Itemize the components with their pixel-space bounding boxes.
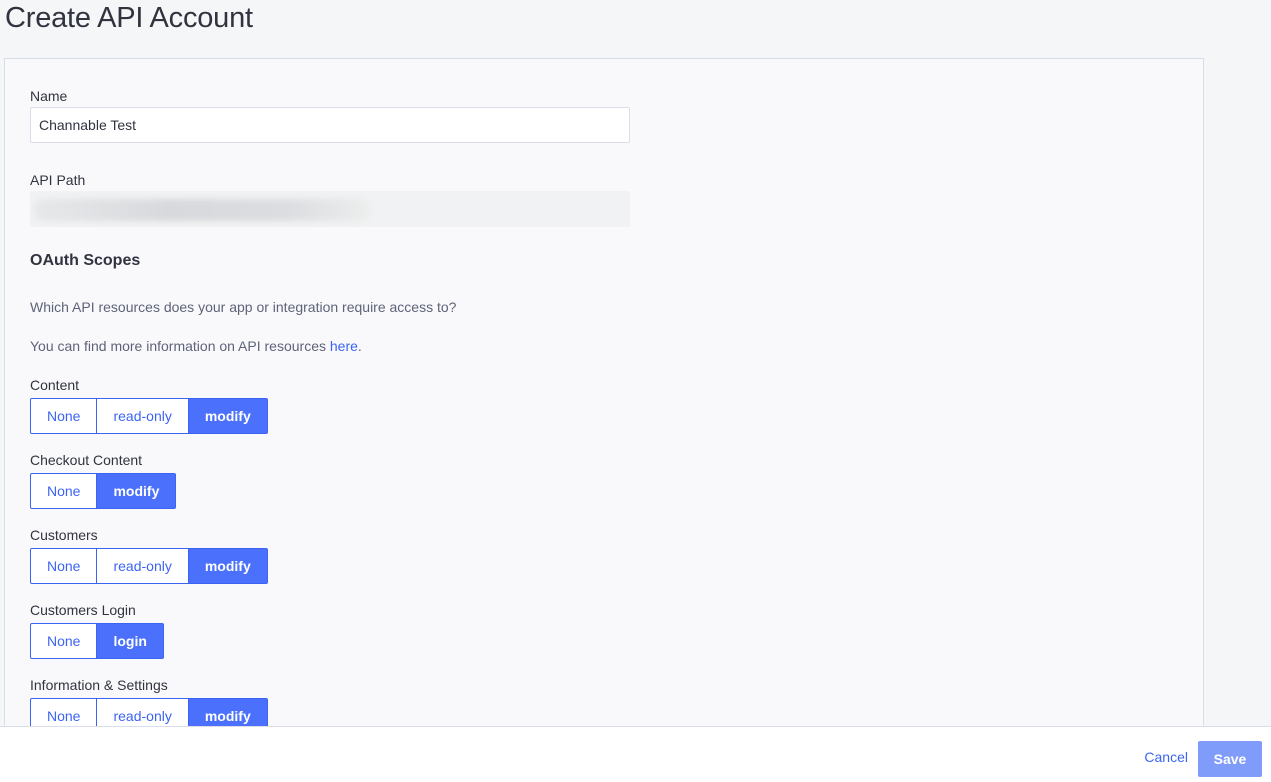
scope-label-checkout-content: Checkout Content [30, 452, 143, 468]
scope-toggle-group-checkout-content: None modify [30, 473, 177, 509]
scope-option-customers-read-only[interactable]: read-only [97, 548, 189, 584]
name-label: Name [30, 88, 68, 104]
api-account-form-panel: Name API Path OAuth Scopes Which API res… [4, 58, 1204, 738]
scope-label-information-settings: Information & Settings [30, 677, 168, 693]
scope-option-customers-login-none[interactable]: None [30, 623, 98, 659]
scope-toggle-group-content: None read-only modify [30, 398, 268, 434]
cancel-button[interactable]: Cancel [1144, 749, 1188, 765]
scope-label-customers: Customers [30, 527, 98, 543]
api-path-redacted-value [34, 199, 370, 221]
scope-option-customers-modify[interactable]: modify [188, 548, 268, 584]
oauth-info-text: You can find more information on API res… [30, 338, 362, 354]
scope-label-content: Content [30, 377, 80, 393]
scope-toggle-group-customers: None read-only modify [30, 548, 268, 584]
oauth-info-prefix: You can find more information on API res… [30, 338, 330, 354]
scope-option-checkout-content-none[interactable]: None [30, 473, 98, 509]
scope-option-customers-login-login[interactable]: login [97, 623, 164, 659]
scope-option-content-none[interactable]: None [30, 398, 98, 434]
api-resources-link[interactable]: here [330, 338, 358, 354]
footer-bar: Cancel Save [0, 726, 1271, 782]
name-input[interactable] [30, 107, 630, 143]
oauth-info-suffix: . [357, 338, 362, 354]
scope-toggle-group-customers-login: None login [30, 623, 164, 659]
save-button[interactable]: Save [1198, 741, 1262, 777]
scope-option-customers-none[interactable]: None [30, 548, 98, 584]
page-title: Create API Account [5, 2, 253, 34]
scope-option-checkout-content-modify[interactable]: modify [97, 473, 177, 509]
api-path-label: API Path [30, 172, 86, 188]
oauth-description: Which API resources does your app or int… [30, 299, 457, 315]
scope-option-content-read-only[interactable]: read-only [97, 398, 189, 434]
api-path-field [30, 191, 630, 227]
scope-label-customers-login: Customers Login [30, 602, 136, 618]
scope-option-content-modify[interactable]: modify [188, 398, 268, 434]
oauth-scopes-heading: OAuth Scopes [30, 252, 141, 269]
